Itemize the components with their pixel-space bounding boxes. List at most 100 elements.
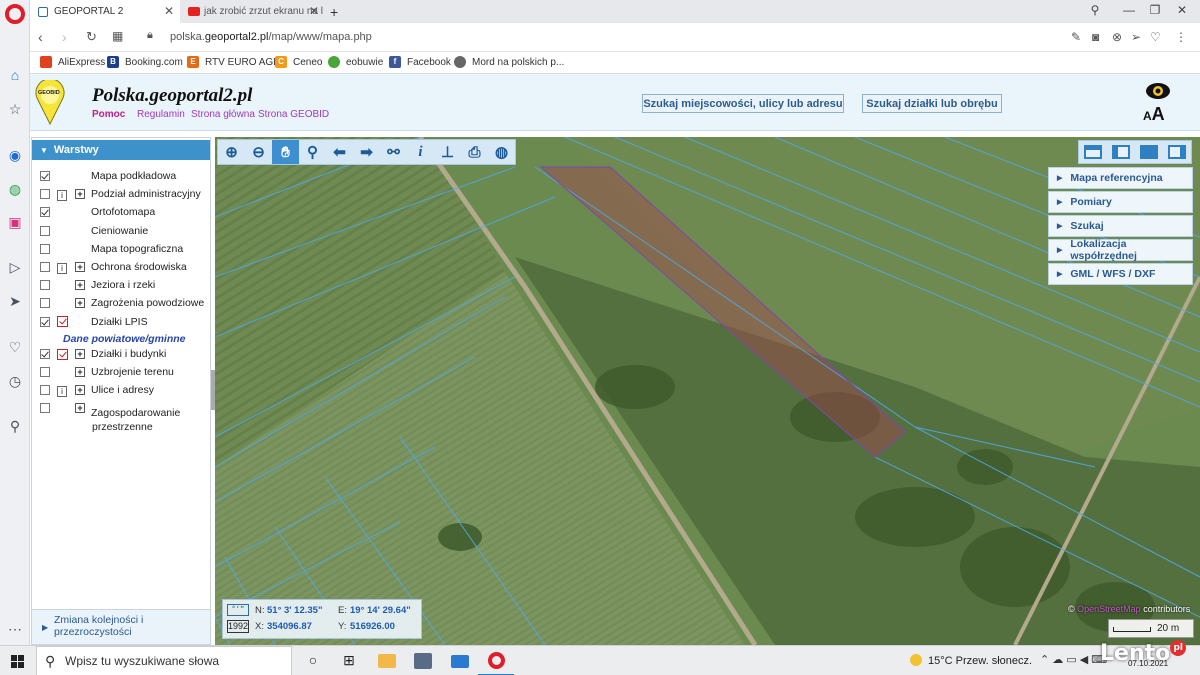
bookmarks-icon[interactable]: ☆ <box>6 100 24 118</box>
whatsapp-icon[interactable]: ◍ <box>6 180 24 198</box>
adblock-icon[interactable]: ⊗ <box>1112 30 1122 44</box>
font-size-toggle[interactable]: AA <box>1143 104 1165 125</box>
layer-row[interactable]: Mapa topograficzna <box>40 241 208 257</box>
geobid-link[interactable]: Strona GEOBID <box>258 109 329 120</box>
heart-icon[interactable]: ♡ <box>1150 30 1161 44</box>
opera-taskbar-icon[interactable] <box>488 652 505 669</box>
expand-plus-icon[interactable]: + <box>75 367 85 378</box>
expand-plus-icon[interactable]: + <box>75 298 85 309</box>
menu-locate-coordinate[interactable]: ▶ Lokalizacja współrzędnej <box>1048 238 1193 262</box>
messenger-icon[interactable]: ◉ <box>6 146 24 164</box>
layer-checkbox[interactable] <box>40 298 50 309</box>
layer-row[interactable]: + Uzbrojenie terenu <box>40 364 208 380</box>
layer-legend-icon[interactable] <box>57 348 68 360</box>
bookmark-aliexpress[interactable]: AliExpress <box>40 56 105 68</box>
info-icon[interactable]: i <box>407 140 434 164</box>
layer-checkbox[interactable] <box>40 316 50 327</box>
layer-row[interactable]: + Jeziora i rzeki <box>40 277 208 293</box>
map-view[interactable]: ⊕ ⊖ ✋︎ ⚲ ⬅ ➡ ⚯ i ⊥ ⎙ ◍ ▶ Mapa referencyjn… <box>215 137 1200 645</box>
layer-row[interactable]: i + Ulice i adresy <box>40 382 208 398</box>
menu-reference-map[interactable]: ▶ Mapa referencyjna <box>1048 167 1193 189</box>
system-tray[interactable]: ⌃ ☁ ▭ ◀︎ ⌨ <box>1040 653 1107 666</box>
heart-icon[interactable]: ♡ <box>6 338 24 356</box>
url-field[interactable]: polska.geoportal2.pl/map/www/mapa.php <box>170 31 372 43</box>
send-icon[interactable]: ➤ <box>6 292 24 310</box>
layer-checkbox[interactable] <box>40 207 50 218</box>
bookmark-eobuwie[interactable]: eobuwie <box>328 56 383 68</box>
layer-row[interactable]: i + Podział administracyjny <box>40 186 208 202</box>
instagram-icon[interactable]: ▣ <box>6 213 24 231</box>
globe-icon[interactable]: ◍ <box>488 140 515 164</box>
layer-checkbox[interactable] <box>40 243 50 254</box>
taskbar-search-input[interactable]: ⚲ Wpisz tu wyszukiwane słowa <box>36 646 292 675</box>
mail-icon[interactable] <box>451 655 469 668</box>
layer-checkbox[interactable] <box>40 349 50 359</box>
full-view-icon[interactable] <box>1079 141 1107 163</box>
layers-panel-header[interactable]: ▼ Warstwy <box>32 140 210 160</box>
layer-checkbox[interactable] <box>40 171 50 181</box>
back-icon[interactable]: ‹ <box>38 29 43 45</box>
layer-info-icon[interactable]: i <box>57 385 67 397</box>
print-icon[interactable]: ⎙ <box>461 140 488 164</box>
expand-plus-icon[interactable]: + <box>75 349 85 359</box>
layer-checkbox[interactable] <box>40 189 50 200</box>
zoom-out-icon[interactable]: ⊖ <box>245 140 272 164</box>
back-arrow-icon[interactable]: ⬅ <box>326 140 353 164</box>
export-view-icon[interactable] <box>1135 141 1163 163</box>
zoom-in-icon[interactable]: ⊕ <box>218 140 245 164</box>
bulb-icon[interactable]: ⚲ <box>6 417 24 435</box>
store-icon[interactable] <box>414 653 432 669</box>
bookmark-ceneo[interactable]: C Ceneo <box>275 56 322 68</box>
edit-icon[interactable]: ✎ <box>1071 30 1081 44</box>
geobid-logo-icon[interactable] <box>34 80 66 126</box>
layer-row[interactable]: Działki LPIS <box>40 314 208 330</box>
restore-button[interactable]: ❐ <box>1146 3 1164 17</box>
search-tabs-icon[interactable]: ⚲ <box>1086 3 1104 17</box>
expand-plus-icon[interactable]: + <box>75 262 85 272</box>
right-panel-view-icon[interactable] <box>1163 141 1191 163</box>
expand-plus-icon[interactable]: + <box>75 385 85 396</box>
link-icon[interactable]: ⚯ <box>380 140 407 164</box>
reload-icon[interactable]: ↻ <box>86 29 97 45</box>
layer-row[interactable]: i + Ochrona środowiska <box>40 259 208 275</box>
layer-row[interactable]: + Działki i budynki <box>40 346 208 362</box>
history-icon[interactable]: ◷ <box>6 372 24 390</box>
layer-row[interactable]: Ortofotomapa <box>40 204 208 220</box>
minimize-button[interactable]: — <box>1120 3 1138 17</box>
layer-legend-icon[interactable] <box>57 316 68 328</box>
expand-plus-icon[interactable]: + <box>75 403 85 413</box>
pan-hand-icon[interactable]: ✋︎ <box>272 140 299 164</box>
layer-info-icon[interactable]: i <box>57 189 67 201</box>
camera-icon[interactable]: ◙ <box>1092 30 1099 44</box>
search-address-button[interactable]: Szukaj miejscowości, ulicy lub adresu <box>642 94 844 113</box>
layer-row[interactable]: + Zagrożenia powodziowe <box>40 295 208 311</box>
layer-row[interactable]: Cieniowanie <box>40 223 208 239</box>
player-icon[interactable]: ▷ <box>6 258 24 276</box>
bookmark-facebook[interactable]: f Facebook <box>389 56 451 68</box>
expand-plus-icon[interactable]: + <box>75 189 85 200</box>
forward-arrow-icon[interactable]: ➡ <box>353 140 380 164</box>
layer-checkbox[interactable] <box>40 280 50 291</box>
crs-selector[interactable]: 1992 <box>227 620 249 633</box>
windows-start-icon[interactable] <box>11 655 24 668</box>
opera-logo-icon[interactable] <box>5 4 25 24</box>
layer-checkbox[interactable] <box>40 403 50 413</box>
task-view-icon[interactable]: ⊞ <box>340 652 358 670</box>
tabs-grid-icon[interactable]: ▦ <box>112 29 123 43</box>
coordinate-format-icon[interactable]: ° ′ ″ <box>227 604 249 616</box>
osm-link[interactable]: OpenStreetMap <box>1077 604 1141 614</box>
close-tab-icon[interactable]: ✕ <box>164 4 174 18</box>
layer-checkbox[interactable] <box>40 225 50 236</box>
bookmark-mord[interactable]: Mord na polskich p... <box>454 56 564 68</box>
menu-icon[interactable]: ⋮ <box>1175 30 1187 44</box>
layer-row[interactable]: Mapa podkładowa <box>40 168 208 184</box>
bookmark-rtv-euro-agd[interactable]: E RTV EURO AGD <box>187 56 280 68</box>
zoom-box-icon[interactable]: ⚲ <box>299 140 326 164</box>
accessibility-eye-icon[interactable] <box>1145 82 1171 100</box>
send-icon[interactable]: ➢ <box>1131 30 1141 44</box>
home-link[interactable]: Strona główna <box>191 109 255 120</box>
close-window-button[interactable]: ✕ <box>1173 3 1191 17</box>
bookmark-booking[interactable]: B Booking.com <box>107 56 183 68</box>
left-panel-view-icon[interactable] <box>1107 141 1135 163</box>
layer-row[interactable]: + Zagospodarowanie przestrzenne <box>40 400 208 433</box>
